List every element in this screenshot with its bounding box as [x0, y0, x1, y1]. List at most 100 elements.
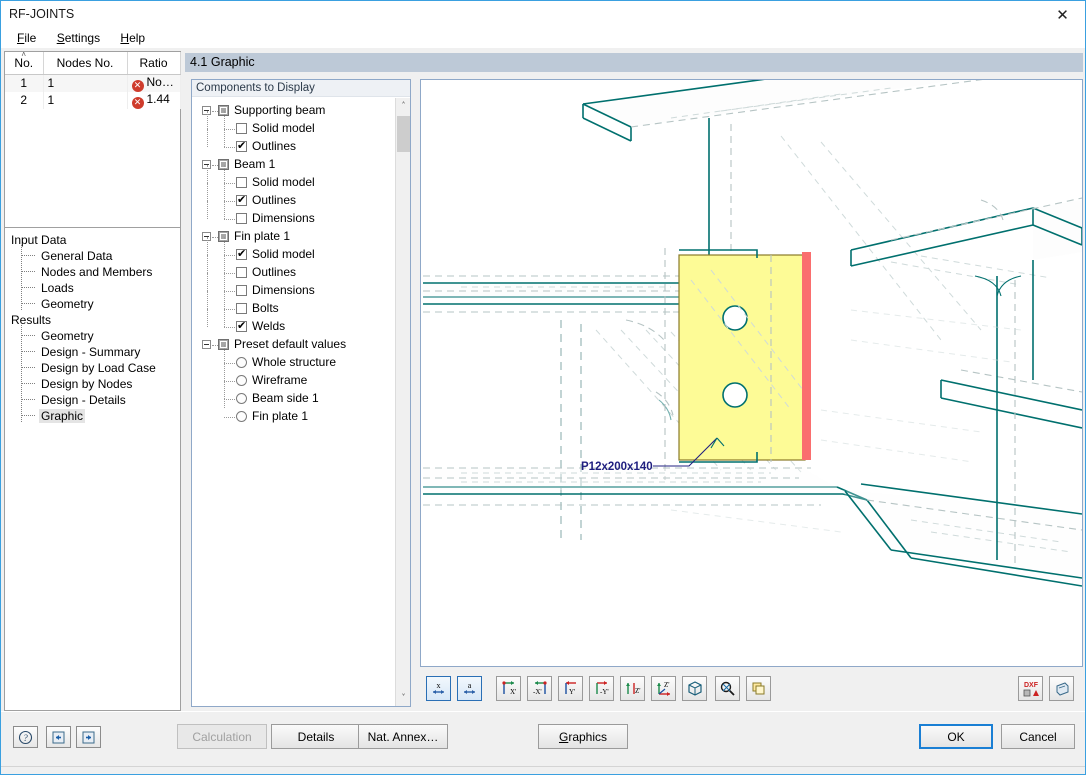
sidebar-item-geometry-results[interactable]: Geometry: [21, 328, 180, 344]
national-annex-button[interactable]: Nat. Annex…: [358, 724, 448, 749]
ok-button[interactable]: OK: [919, 724, 993, 749]
tree-node-fin-plate-bolts[interactable]: Bolts: [196, 300, 395, 318]
column-header-ratio[interactable]: Ratio: [127, 52, 180, 74]
tree-node-preset-fin-plate-1[interactable]: Fin plate 1: [196, 408, 395, 426]
details-button[interactable]: Details: [271, 724, 361, 749]
collapse-icon[interactable]: [202, 340, 211, 349]
view-a-direction-button[interactable]: a: [457, 676, 482, 701]
bottom-button-bar: ? Calculation Details Nat. Annex… Graphi…: [1, 711, 1085, 774]
view-3d-box-button[interactable]: [682, 676, 707, 701]
tree-line: [224, 381, 225, 399]
import-button[interactable]: [46, 726, 71, 748]
scrollbar-thumb[interactable]: [397, 116, 410, 152]
tree-line: [21, 287, 35, 288]
x-direction-icon: x: [430, 680, 447, 697]
tree-line: [207, 309, 208, 327]
graphics-button[interactable]: Graphics: [538, 724, 628, 749]
radio-whole-structure[interactable]: [236, 357, 247, 368]
tree-node-fin-plate-welds[interactable]: Welds: [196, 318, 395, 336]
sidebar-item-design-summary[interactable]: Design - Summary: [21, 344, 180, 360]
tree-node-supporting-beam-outlines[interactable]: Outlines: [196, 138, 395, 156]
tree-line: [224, 147, 235, 148]
tree-node-wireframe[interactable]: Wireframe: [196, 372, 395, 390]
export-button[interactable]: [76, 726, 101, 748]
sidebar-item-design-by-nodes[interactable]: Design by Nodes: [21, 376, 180, 392]
checkbox-solid-model[interactable]: [236, 249, 247, 260]
sidebar-item-nodes-and-members[interactable]: Nodes and Members: [21, 264, 180, 280]
left-panel: ˄ No. Nodes No. Ratio 1 1 ✕No… 2: [4, 51, 181, 711]
checkbox-bolts[interactable]: [236, 303, 247, 314]
tree-node-beam-side-1[interactable]: Beam side 1: [196, 390, 395, 408]
zoom-reset-button[interactable]: [715, 676, 740, 701]
menu-help[interactable]: Help: [112, 29, 154, 47]
help-button[interactable]: ?: [13, 726, 38, 748]
close-icon[interactable]: ✕: [1040, 1, 1085, 28]
scroll-down-icon[interactable]: ˅: [396, 690, 411, 706]
tree-line: [224, 309, 225, 327]
view-isometric-axes-button[interactable]: Z': [651, 676, 676, 701]
cell-ratio: ✕1.44: [127, 92, 180, 109]
scroll-up-icon[interactable]: ˄: [396, 98, 411, 114]
radio-fin-plate-1[interactable]: [236, 411, 247, 422]
sidebar-item-general-data[interactable]: General Data: [21, 248, 180, 264]
checkbox-outlines[interactable]: [236, 141, 247, 152]
tree-node-fin-plate-1[interactable]: Fin plate 1: [196, 228, 395, 246]
tree-node-supporting-beam[interactable]: Supporting beam: [196, 102, 395, 120]
radio-beam-side-1[interactable]: [236, 393, 247, 404]
tree-line: [224, 273, 235, 274]
components-to-display-panel: Components to Display Supporting beam So…: [191, 79, 411, 707]
render-mode-button[interactable]: [746, 676, 771, 701]
svg-text:-Y': -Y': [600, 688, 609, 696]
tree-line: [224, 219, 235, 220]
tree-node-fin-plate-dimensions[interactable]: Dimensions: [196, 282, 395, 300]
isometric-axes-icon: Z': [655, 680, 673, 698]
checkbox-outlines[interactable]: [236, 195, 247, 206]
tree-line: [224, 237, 225, 255]
column-header-no[interactable]: ˄ No.: [5, 52, 43, 74]
radio-wireframe[interactable]: [236, 375, 247, 386]
tree-node-whole-structure[interactable]: Whole structure: [196, 354, 395, 372]
checkbox-solid-model[interactable]: [236, 177, 247, 188]
tree-node-fin-plate-solid-model[interactable]: Solid model: [196, 246, 395, 264]
view-x-prime-axis-button[interactable]: X': [496, 676, 521, 701]
components-scrollbar[interactable]: ˄ ˅: [395, 98, 410, 706]
tree-node-preset-default-values[interactable]: Preset default values: [196, 336, 395, 354]
tree-line: [224, 255, 235, 256]
checkbox-welds[interactable]: [236, 321, 247, 332]
sidebar-item-design-details[interactable]: Design - Details: [21, 392, 180, 408]
view-neg-x-prime-axis-button[interactable]: -X': [527, 676, 552, 701]
cancel-button[interactable]: Cancel: [1001, 724, 1075, 749]
menu-file[interactable]: File: [9, 29, 45, 47]
sidebar-item-design-by-load-case[interactable]: Design by Load Case: [21, 360, 180, 376]
z-prime-axis-icon: Z': [624, 680, 642, 698]
graphic-viewport[interactable]: .ol { fill:none; stroke:#00706e; stroke-…: [420, 79, 1083, 667]
sidebar-item-graphic[interactable]: Graphic: [21, 408, 180, 424]
a-direction-icon: a: [461, 680, 478, 697]
components-tree: Supporting beam Solid model Outlines: [192, 98, 395, 706]
checkbox-outlines[interactable]: [236, 267, 247, 278]
table-row[interactable]: 2 1 ✕1.44: [5, 92, 180, 109]
checkbox-dimensions[interactable]: [236, 285, 247, 296]
tree-node-beam-1-dimensions[interactable]: Dimensions: [196, 210, 395, 228]
view-z-prime-axis-button[interactable]: Z': [620, 676, 645, 701]
tree-node-fin-plate-outlines[interactable]: Outlines: [196, 264, 395, 282]
tree-line: [224, 183, 225, 201]
view-neg-y-prime-axis-button[interactable]: -Y': [589, 676, 614, 701]
tree-node-beam-1-solid-model[interactable]: Solid model: [196, 174, 395, 192]
view-y-prime-axis-button[interactable]: Y': [558, 676, 583, 701]
title-bar: RF-JOINTS ✕: [1, 1, 1085, 29]
help-icon: ?: [18, 730, 33, 745]
tree-node-beam-1-outlines[interactable]: Outlines: [196, 192, 395, 210]
checkbox-solid-model[interactable]: [236, 123, 247, 134]
print-graphic-button[interactable]: [1049, 676, 1074, 701]
menu-settings[interactable]: Settings: [49, 29, 109, 47]
table-row[interactable]: 1 1 ✕No…: [5, 74, 180, 92]
sidebar-item-geometry-input[interactable]: Geometry: [21, 296, 180, 312]
sidebar-item-loads[interactable]: Loads: [21, 280, 180, 296]
dxf-export-button[interactable]: DXF: [1018, 676, 1043, 701]
tree-node-supporting-beam-solid-model[interactable]: Solid model: [196, 120, 395, 138]
checkbox-dimensions[interactable]: [236, 213, 247, 224]
column-header-nodes-no[interactable]: Nodes No.: [43, 52, 127, 74]
tree-node-beam-1[interactable]: Beam 1: [196, 156, 395, 174]
view-x-direction-button[interactable]: x: [426, 676, 451, 701]
